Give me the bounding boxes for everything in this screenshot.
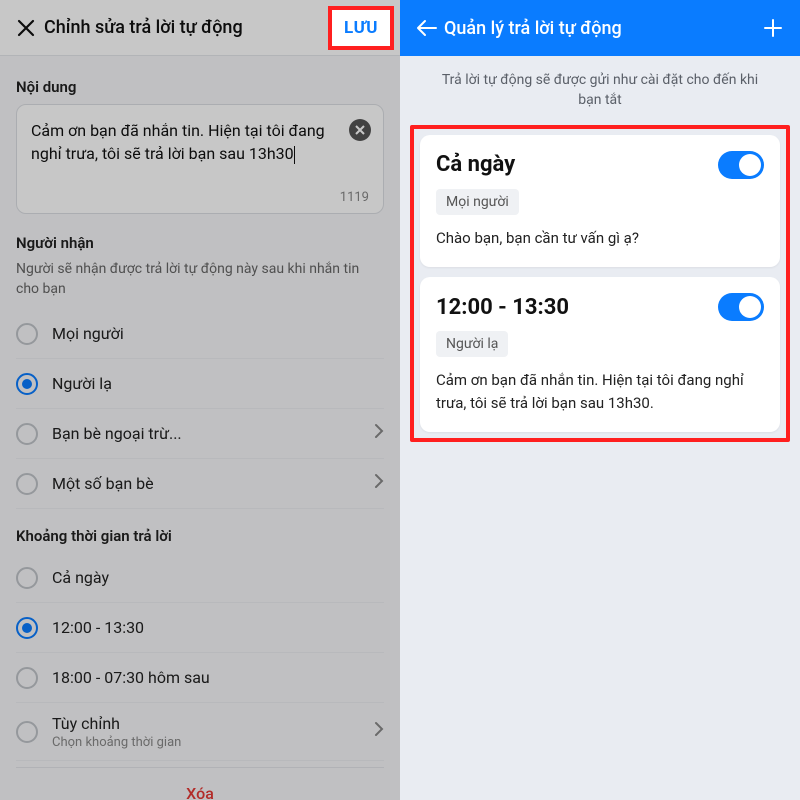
radio-icon xyxy=(16,667,38,689)
save-button-highlight: LƯU xyxy=(328,6,394,50)
chevron-right-icon xyxy=(374,721,384,742)
cards-highlight: Cả ngày Mọi người Chào bạn, bạn cần tư v… xyxy=(410,125,790,443)
radio-icon xyxy=(16,721,38,743)
delete-button[interactable]: Xóa xyxy=(186,784,214,800)
chevron-right-icon xyxy=(374,473,384,494)
save-button[interactable]: LƯU xyxy=(344,18,378,38)
recipient-tag: Người lạ xyxy=(436,331,508,357)
autoreply-card-allday[interactable]: Cả ngày Mọi người Chào bạn, bạn cần tư v… xyxy=(420,135,780,268)
time-option-allday[interactable]: Cả ngày xyxy=(16,553,384,603)
message-textarea[interactable]: Cảm ơn bạn đã nhắn tin. Hiện tại tôi đan… xyxy=(16,104,384,214)
clear-icon[interactable] xyxy=(349,119,371,141)
section-content-label: Nội dung xyxy=(16,78,384,96)
right-header: Quản lý trả lời tự động xyxy=(400,0,800,56)
left-content: Nội dung Cảm ơn bạn đã nhắn tin. Hiện tạ… xyxy=(0,56,400,800)
recipients-subtext: Người sẽ nhận được trả lời tự động này s… xyxy=(16,260,384,299)
radio-icon xyxy=(16,473,38,495)
card-title: 12:00 - 13:30 xyxy=(436,295,718,320)
toggle-switch[interactable] xyxy=(718,293,764,321)
section-recipients-label: Người nhận xyxy=(16,234,384,252)
edit-autoreply-pane: Chỉnh sửa trả lời tự động LƯU Nội dung C… xyxy=(0,0,400,800)
time-option-12-1330[interactable]: 12:00 - 13:30 xyxy=(16,603,384,653)
right-description: Trả lời tự động sẽ được gửi như cài đặt … xyxy=(400,56,800,121)
message-text: Cảm ơn bạn đã nhắn tin. Hiện tại tôi đan… xyxy=(31,121,325,163)
radio-icon xyxy=(16,617,38,639)
radio-icon xyxy=(16,567,38,589)
card-message: Cảm ơn bạn đã nhắn tin. Hiện tại tôi đan… xyxy=(436,369,764,414)
chevron-right-icon xyxy=(374,423,384,444)
time-option-custom[interactable]: Tùy chỉnh Chọn khoảng thời gian xyxy=(16,703,384,761)
radio-icon xyxy=(16,323,38,345)
recipient-tag: Mọi người xyxy=(436,189,519,215)
radio-icon xyxy=(16,373,38,395)
section-time-label: Khoảng thời gian trả lời xyxy=(16,527,384,545)
card-title: Cả ngày xyxy=(436,152,718,177)
autoreply-card-12-1330[interactable]: 12:00 - 13:30 Người lạ Cảm ơn bạn đã nhắ… xyxy=(420,277,780,432)
recipient-option-some-friends[interactable]: Một số bạn bè xyxy=(16,459,384,509)
close-icon[interactable] xyxy=(8,10,44,46)
manage-autoreply-pane: Quản lý trả lời tự động Trả lời tự động … xyxy=(400,0,800,800)
card-message: Chào bạn, bạn cần tư vấn gì ạ? xyxy=(436,227,764,250)
toggle-switch[interactable] xyxy=(718,151,764,179)
add-icon[interactable] xyxy=(756,11,790,45)
recipient-option-strangers[interactable]: Người lạ xyxy=(16,359,384,409)
radio-icon xyxy=(16,423,38,445)
back-icon[interactable] xyxy=(410,11,444,45)
recipient-option-friends-except[interactable]: Bạn bè ngoại trừ... xyxy=(16,409,384,459)
right-title: Quản lý trả lời tự động xyxy=(444,18,756,39)
delete-row: Xóa xyxy=(16,768,384,800)
recipient-option-everyone[interactable]: Mọi người xyxy=(16,309,384,359)
char-counter: 1119 xyxy=(340,190,369,205)
time-option-18-0730[interactable]: 18:00 - 07:30 hôm sau xyxy=(16,653,384,703)
